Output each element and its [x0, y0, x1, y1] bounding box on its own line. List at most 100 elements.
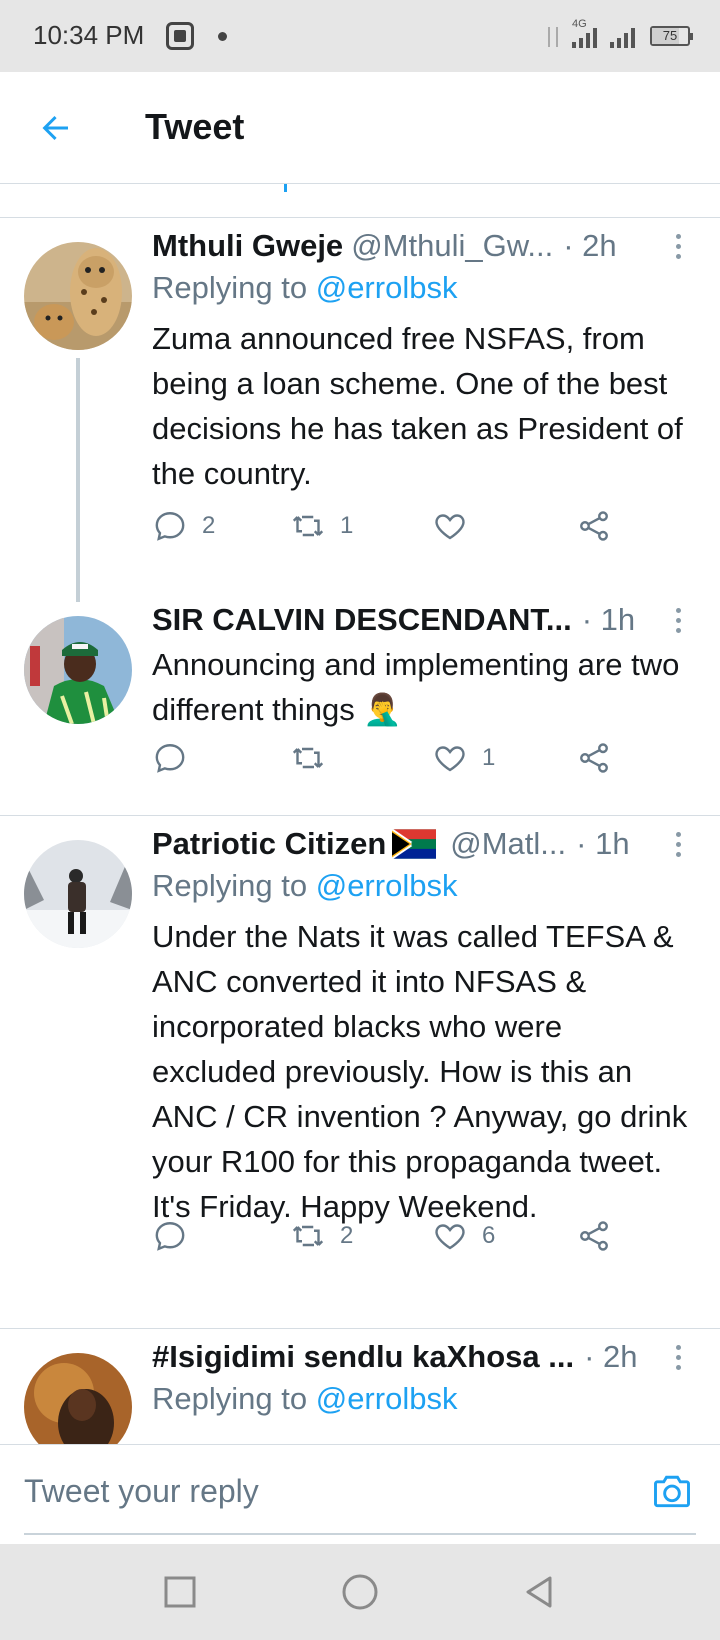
status-indicators: 4G 75	[544, 18, 693, 54]
tweet-header: Mthuli Gweje @Mthuli_Gw... · 2h	[152, 224, 654, 268]
retweet-button[interactable]: 2	[290, 1214, 353, 1258]
tweet-text: Announcing and implementing are two diff…	[152, 647, 680, 727]
tweet-1[interactable]: Mthuli Gweje @Mthuli_Gw... · 2h Replying…	[0, 218, 720, 602]
timestamp: · 2h	[563, 228, 617, 263]
replying-label: Replying to	[152, 270, 308, 305]
reply-icon	[155, 512, 185, 541]
display-name[interactable]: Mthuli Gweje	[152, 228, 343, 264]
tweet-actions: 1	[152, 736, 622, 780]
reply-count: 2	[202, 512, 216, 539]
tweet-2[interactable]: SIR CALVIN DESCENDANT... · 1h Announcing…	[0, 598, 720, 816]
replying-to: Replying to @errolbsk	[152, 868, 457, 904]
share-icon	[580, 1221, 608, 1251]
retweet-icon	[292, 515, 324, 537]
display-name[interactable]: #Isigidimi sendlu kaXhosa ...	[152, 1339, 574, 1375]
arrow-left-icon	[42, 116, 68, 140]
timestamp: · 1h	[576, 826, 630, 861]
status-bar: 10:34 PM 4G 75	[0, 0, 720, 72]
display-name[interactable]: Patriotic Citizen	[152, 826, 386, 862]
display-name[interactable]: SIR CALVIN DESCENDANT...	[152, 602, 572, 638]
tweet-actions: 2 1	[152, 504, 622, 548]
replying-label: Replying to	[152, 1381, 308, 1416]
retweet-count: 1	[340, 512, 354, 539]
handle[interactable]: @Mthuli_Gw...	[351, 228, 553, 264]
home-button[interactable]	[338, 1570, 382, 1614]
more-options-icon[interactable]	[658, 224, 698, 268]
handle[interactable]: @Matl...	[450, 826, 566, 862]
circle-icon	[342, 1574, 378, 1610]
reply-button[interactable]	[152, 1214, 212, 1258]
signal-icon-1: 4G	[570, 18, 600, 50]
reply-button[interactable]: 2	[152, 504, 215, 548]
recents-button[interactable]	[158, 1570, 202, 1614]
square-icon	[164, 1576, 196, 1608]
back-button[interactable]	[32, 104, 80, 152]
tweet-text: Zuma announced free NSFAS, from being a …	[152, 321, 683, 491]
heart-icon	[435, 1224, 465, 1250]
tweet-header: Patriotic Citizen @Matl... · 1h	[152, 822, 654, 866]
mention-link[interactable]: @errolbsk	[316, 1381, 458, 1416]
camera-icon	[654, 1475, 690, 1508]
heart-icon	[435, 746, 465, 772]
reply-icon	[155, 1222, 185, 1251]
share-button[interactable]	[576, 736, 612, 780]
battery-percent: 75	[662, 28, 678, 43]
tweet-header: #Isigidimi sendlu kaXhosa ... · 2h	[152, 1335, 654, 1379]
reply-icon	[155, 744, 185, 773]
like-button[interactable]: 6	[432, 1214, 495, 1258]
retweet-button[interactable]	[290, 736, 350, 780]
battery-icon: 75	[650, 26, 693, 46]
reply-button[interactable]	[152, 736, 212, 780]
more-options-icon[interactable]	[658, 1335, 698, 1379]
retweet-icon	[292, 747, 324, 769]
replying-to: Replying to @errolbsk	[152, 1381, 457, 1417]
like-count: 1	[482, 744, 496, 771]
avatar[interactable]	[24, 1353, 132, 1444]
tweet-header: SIR CALVIN DESCENDANT... · 1h	[152, 598, 654, 642]
back-nav-button[interactable]	[518, 1570, 562, 1614]
camera-button[interactable]	[650, 1469, 694, 1513]
tweet-actions: 2 6	[152, 1214, 622, 1258]
mention-link[interactable]: @errolbsk	[316, 270, 458, 305]
share-button[interactable]	[576, 504, 612, 548]
replying-to: Replying to @errolbsk	[152, 270, 457, 306]
like-count: 6	[482, 1222, 496, 1249]
status-time: 10:34 PM	[33, 20, 145, 50]
reply-composer: Tweet your reply	[0, 1444, 720, 1544]
thread-line	[76, 358, 80, 602]
notification-dot-icon	[218, 32, 227, 41]
heart-icon	[435, 514, 465, 540]
share-icon	[580, 511, 608, 541]
app-notification-icon	[166, 22, 194, 50]
avatar[interactable]	[24, 840, 132, 948]
like-button[interactable]	[432, 504, 492, 548]
more-options-icon[interactable]	[658, 822, 698, 866]
south-africa-flag-icon	[392, 829, 437, 859]
retweet-button[interactable]: 1	[290, 504, 353, 548]
retweet-count: 2	[340, 1222, 354, 1249]
timestamp: · 1h	[581, 602, 636, 637]
avatar[interactable]	[24, 242, 132, 350]
retweet-icon	[292, 1225, 324, 1247]
network-type: 4G	[572, 18, 587, 30]
signal-icon-2	[608, 22, 638, 50]
timestamp: · 2h	[584, 1339, 638, 1374]
top-app-bar: Tweet	[0, 72, 720, 184]
share-button[interactable]	[576, 1214, 612, 1258]
system-navigation-bar	[0, 1544, 720, 1640]
replying-label: Replying to	[152, 868, 308, 903]
tweet-3[interactable]: Patriotic Citizen @Matl... · 1h Replying…	[0, 816, 720, 1329]
reply-input[interactable]: Tweet your reply	[24, 1473, 259, 1510]
triangle-back-icon	[526, 1576, 552, 1608]
mention-link[interactable]: @errolbsk	[316, 868, 458, 903]
avatar[interactable]	[24, 616, 132, 724]
page-title: Tweet	[145, 106, 245, 147]
data-activity-icon	[544, 23, 562, 49]
previous-content-edge	[0, 184, 720, 218]
reply-underline	[24, 1533, 696, 1535]
like-button[interactable]: 1	[432, 736, 495, 780]
tweet-text: Under the Nats it was called TEFSA & ANC…	[152, 919, 688, 1224]
tweet-4[interactable]: #Isigidimi sendlu kaXhosa ... · 2h Reply…	[0, 1329, 720, 1444]
share-icon	[580, 743, 608, 773]
more-options-icon[interactable]	[658, 598, 698, 642]
